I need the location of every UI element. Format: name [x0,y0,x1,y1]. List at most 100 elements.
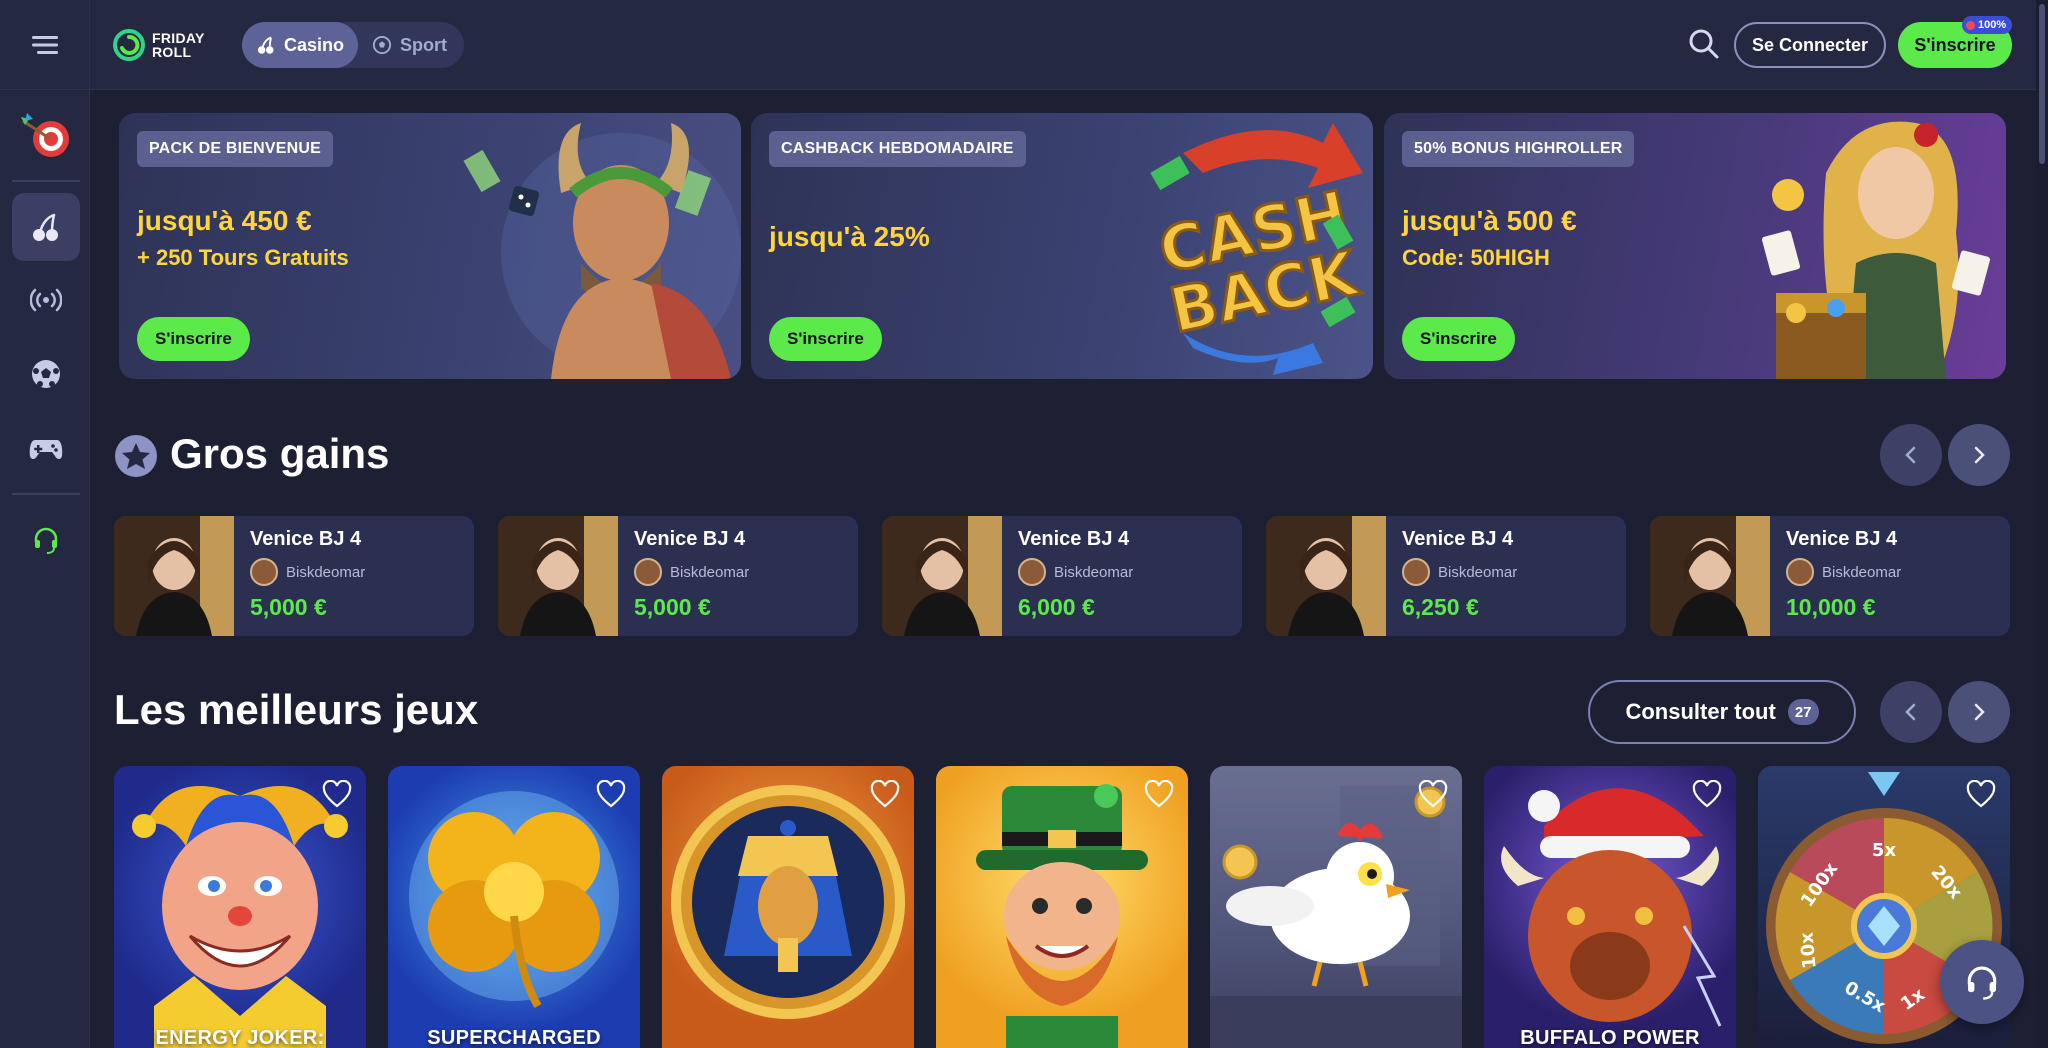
heart-icon[interactable] [1692,780,1722,810]
big-win-card[interactable]: Venice BJ 4 Biskdeomar 6,000 € [882,516,1242,636]
promo-signup-button[interactable]: S'inscrire [137,317,250,361]
promo-signup-button[interactable]: S'inscrire [769,317,882,361]
heart-icon[interactable] [322,780,352,810]
best-games-title: Les meilleurs jeux [114,686,479,733]
big-win-username: Biskdeomar [1438,563,1518,581]
dealer-thumbnail [498,516,618,636]
big-win-user: Biskdeomar [1402,558,1517,586]
view-all-count-badge: 27 [1787,699,1819,725]
big-win-username: Biskdeomar [286,563,366,581]
sidebar-item-live[interactable] [12,266,80,334]
login-button[interactable]: Se Connecter [1734,22,1886,68]
dealer-thumbnail [1650,516,1770,636]
big-win-card[interactable]: Venice BJ 4 Biskdeomar 10,000 € [1650,516,2010,636]
big-win-game: Venice BJ 4 [1402,528,1514,550]
big-win-username: Biskdeomar [1054,563,1134,581]
satyr-character-art [463,123,741,379]
promo-subtitle: + 250 Tours Gratuits [137,245,349,270]
mode-switch: Casino Sport [242,22,464,68]
cherry-icon [33,213,58,241]
avatar [634,558,662,586]
menu-button[interactable] [0,0,90,90]
friday-roll-logo-icon [113,29,145,61]
sidebar [0,0,90,1048]
sidebar-item-support[interactable] [12,506,80,574]
cherry-icon [257,36,274,54]
promo-card-welcome[interactable]: PACK DE BIENVENUE jusqu'à 450 € + 250 To… [119,113,741,379]
chevron-right-icon [1974,446,1985,464]
big-win-game: Venice BJ 4 [634,528,746,550]
chevron-right-icon [1974,703,1985,721]
sidebar-item-games[interactable] [12,414,80,482]
logo-text: FRIDAY ROLL [152,31,205,59]
big-win-username: Biskdeomar [1822,563,1902,581]
sidebar-item-casino[interactable] [12,193,80,261]
big-win-game: Venice BJ 4 [250,528,362,550]
big-win-card[interactable]: Venice BJ 4 Biskdeomar 6,250 € [1266,516,1626,636]
game-title: SUPERCHARGED [427,1027,601,1048]
big-win-user: Biskdeomar [1018,558,1133,586]
big-win-card[interactable]: Venice BJ 4 Biskdeomar 5,000 € [498,516,858,636]
search-button[interactable] [1688,28,1722,62]
heart-icon[interactable] [1966,780,1996,810]
logo-line-1: FRIDAY [152,30,205,46]
big-win-amount: 6,250 € [1402,594,1479,620]
avatar [1786,558,1814,586]
game-card[interactable]: SUPERCHARGED [388,766,640,1048]
game-card[interactable] [662,766,914,1048]
promo-tag: PACK DE BIENVENUE [137,131,334,167]
game-card[interactable] [936,766,1188,1048]
game-card[interactable] [1210,766,1462,1048]
chevron-left-icon [1905,446,1916,464]
tab-casino[interactable]: Casino [242,22,358,68]
page-scrollbar[interactable] [2036,0,2048,1048]
big-wins-next-button[interactable] [1948,424,2010,486]
bonus-badge: 100% [1962,16,2013,34]
target-icon [21,113,69,157]
sidebar-item-sport[interactable] [12,340,80,408]
support-chat-button[interactable] [1940,940,2024,1024]
dealer-thumbnail [1266,516,1386,636]
heart-icon[interactable] [1418,780,1448,810]
best-games-prev-button[interactable] [1880,681,1942,743]
bonus-badge-label: 100% [1978,19,2007,31]
live-broadcast-icon [30,288,62,312]
big-win-user: Biskdeomar [250,558,365,586]
big-win-user: Biskdeomar [634,558,749,586]
gift-icon [1966,20,1975,30]
big-wins-title: Gros gains [170,430,390,477]
heart-icon[interactable] [1144,780,1174,810]
heart-icon[interactable] [596,780,626,810]
big-win-amount: 5,000 € [250,594,327,620]
view-all-button[interactable]: Consulter tout 27 [1588,680,1856,744]
game-card[interactable]: BUFFALO POWER [1484,766,1736,1048]
big-wins-prev-button[interactable] [1880,424,1942,486]
big-win-card[interactable]: Venice BJ 4 Biskdeomar 5,000 € [114,516,474,636]
game-title: BUFFALO POWER [1520,1027,1700,1048]
avatar [1402,558,1430,586]
big-win-game: Venice BJ 4 [1786,528,1898,550]
hamburger-icon [32,35,58,54]
promo-card-cashback[interactable]: CASH BACK CASHBACK HEBDOMADAIRE jusqu'à … [751,113,1373,379]
big-win-amount: 6,000 € [1018,594,1095,620]
sidebar-divider [12,493,80,495]
scrollbar-thumb[interactable] [2039,4,2045,164]
sidebar-item-promotions[interactable] [12,102,80,170]
promo-amount: jusqu'à 25% [769,221,930,252]
tab-sport[interactable]: Sport [358,22,464,68]
promo-card-highroller[interactable]: 50% BONUS HIGHROLLER jusqu'à 500 € Code:… [1384,113,2006,379]
wheel-label: 5x [1872,840,1897,861]
heart-icon[interactable] [870,780,900,810]
dealer-thumbnail [882,516,1002,636]
avatar [250,558,278,586]
wheel-label: 10x [1796,931,1820,970]
search-icon [1689,29,1719,59]
logo[interactable]: FRIDAY ROLL [112,28,205,62]
big-win-user: Biskdeomar [1786,558,1901,586]
promo-signup-button[interactable]: S'inscrire [1402,317,1515,361]
big-win-game: Venice BJ 4 [1018,528,1130,550]
game-card[interactable]: ENERGY JOKER: [114,766,366,1048]
promo-amount: jusqu'à 450 € [137,205,312,236]
best-games-next-button[interactable] [1948,681,2010,743]
gamepad-icon [29,440,63,459]
